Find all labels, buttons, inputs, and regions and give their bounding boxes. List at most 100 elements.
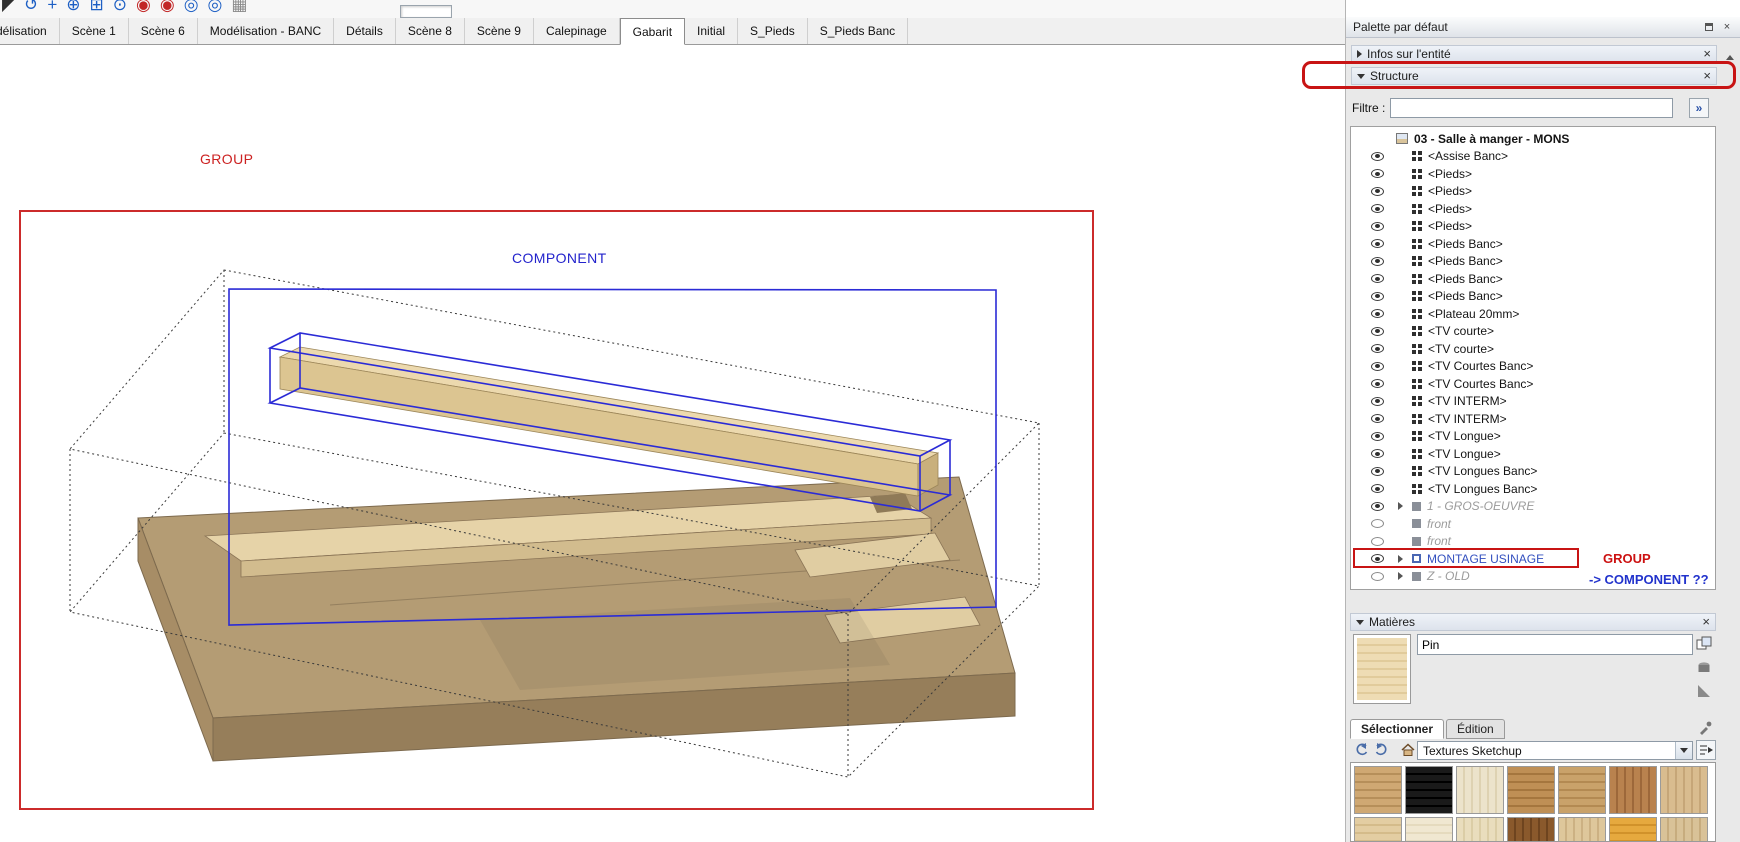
material-swatch-wood-light-3[interactable]: [1660, 817, 1708, 841]
visible-eye-icon[interactable]: [1371, 326, 1384, 336]
expand-arrow-icon[interactable]: [1396, 501, 1406, 511]
sample-paint-button[interactable]: [1696, 718, 1714, 736]
scene-tab[interactable]: Scène 8: [396, 18, 465, 44]
tree-row[interactable]: <Pieds Banc>: [1351, 235, 1715, 253]
scene-tab[interactable]: Détails: [334, 18, 396, 44]
visible-eye-icon[interactable]: [1371, 466, 1384, 476]
materials-tab[interactable]: Sélectionner: [1350, 719, 1445, 739]
tree-row[interactable]: 1 - GROS-OEUVRE: [1351, 498, 1715, 516]
material-swatch-wood-planks[interactable]: [1354, 766, 1402, 814]
tree-row[interactable]: <Pieds>: [1351, 165, 1715, 183]
material-swatch-wood-light-2[interactable]: [1558, 817, 1606, 841]
scene-tab[interactable]: Calepinage: [534, 18, 620, 44]
section-close-icon[interactable]: ×: [1703, 47, 1711, 60]
model-canvas[interactable]: GROUP COMPONENT: [0, 45, 1345, 842]
in-model-button[interactable]: [1399, 741, 1416, 758]
tree-row[interactable]: <Assise Banc>: [1351, 148, 1715, 166]
material-preview[interactable]: [1353, 634, 1411, 704]
material-swatch-black-glossy[interactable]: [1405, 766, 1453, 814]
filter-options-button[interactable]: »: [1689, 98, 1709, 118]
material-swatch-cream[interactable]: [1405, 817, 1453, 841]
visible-eye-icon[interactable]: [1371, 291, 1384, 301]
zoom-icon[interactable]: ⊕: [66, 0, 80, 13]
visible-eye-icon[interactable]: [1371, 186, 1384, 196]
tree-row[interactable]: <TV Longue>: [1351, 428, 1715, 446]
chevron-down-icon[interactable]: [1675, 742, 1692, 759]
expand-arrow-icon[interactable]: [1356, 619, 1364, 625]
section-close-icon[interactable]: ×: [1702, 615, 1710, 628]
section-header-entity-info[interactable]: Infos sur l'entité ×: [1351, 45, 1717, 63]
previous-view-icon[interactable]: ◉: [136, 0, 151, 13]
tray-close-icon[interactable]: ×: [1720, 20, 1734, 34]
material-swatch-wood-light-vertical[interactable]: [1660, 766, 1708, 814]
visible-eye-icon[interactable]: [1371, 344, 1384, 354]
visible-eye-icon[interactable]: [1371, 449, 1384, 459]
visible-eye-icon[interactable]: [1371, 554, 1384, 564]
material-swatch-wood-medium[interactable]: [1507, 766, 1555, 814]
scene-tab[interactable]: Gabarit: [619, 18, 686, 45]
material-swatch-wood-pale-2[interactable]: [1456, 817, 1504, 841]
visible-eye-icon[interactable]: [1371, 379, 1384, 389]
details-button[interactable]: [1696, 740, 1716, 760]
tree-row[interactable]: <Pieds>: [1351, 218, 1715, 236]
material-swatch-wood-red-planks[interactable]: [1609, 766, 1657, 814]
secondary-pane-button[interactable]: [1695, 634, 1713, 652]
tree-row[interactable]: front: [1351, 533, 1715, 551]
visible-eye-icon[interactable]: [1371, 484, 1384, 494]
scene-tab[interactable]: Scène 9: [465, 18, 534, 44]
tree-row[interactable]: <TV Longues Banc>: [1351, 480, 1715, 498]
next-view-icon[interactable]: ◉: [160, 0, 175, 13]
visible-eye-icon[interactable]: [1371, 501, 1384, 511]
tree-row[interactable]: <Pieds Banc>: [1351, 270, 1715, 288]
visible-eye-icon[interactable]: [1371, 414, 1384, 424]
tree-row[interactable]: <TV INTERM>: [1351, 393, 1715, 411]
visible-eye-icon[interactable]: [1371, 396, 1384, 406]
styles-icon[interactable]: ◎: [208, 0, 223, 13]
materials-collection-dropdown[interactable]: Textures Sketchup: [1417, 741, 1693, 760]
tray-options-icon[interactable]: [1702, 20, 1716, 34]
forward-button[interactable]: [1373, 741, 1390, 758]
visible-eye-icon[interactable]: [1371, 256, 1384, 266]
visible-eye-icon[interactable]: [1371, 274, 1384, 284]
structure-tree[interactable]: GROUP -> COMPONENT ?? 03 - Salle à mange…: [1350, 126, 1716, 590]
collapse-arrow-icon[interactable]: [1357, 50, 1362, 58]
tree-row[interactable]: <TV courte>: [1351, 340, 1715, 358]
visible-eye-icon[interactable]: [1371, 239, 1384, 249]
visible-eye-icon[interactable]: [1371, 431, 1384, 441]
tree-row[interactable]: front: [1351, 515, 1715, 533]
scene-tab[interactable]: Modélisation - BANC: [198, 18, 335, 44]
visible-eye-icon[interactable]: [1371, 221, 1384, 231]
tree-row[interactable]: <Pieds Banc>: [1351, 288, 1715, 306]
zoom-extents-icon[interactable]: ⊙: [113, 0, 127, 13]
scene-tab[interactable]: S_Pieds Banc: [808, 18, 909, 44]
scene-tab[interactable]: Initial: [685, 18, 739, 44]
section-close-icon[interactable]: ×: [1703, 69, 1711, 82]
tree-row[interactable]: <TV Longue>: [1351, 445, 1715, 463]
tray-scroll-up-button[interactable]: [1722, 50, 1737, 64]
select-icon[interactable]: ◤: [2, 0, 15, 13]
scene-tab[interactable]: S_Pieds: [738, 18, 808, 44]
tree-row[interactable]: <Pieds>: [1351, 183, 1715, 201]
expand-arrow-icon[interactable]: [1396, 554, 1406, 564]
material-swatch-wood-pale[interactable]: [1456, 766, 1504, 814]
tree-row[interactable]: <TV Courtes Banc>: [1351, 375, 1715, 393]
visible-eye-icon[interactable]: [1371, 204, 1384, 214]
material-swatch-wood-orange[interactable]: [1609, 817, 1657, 841]
visible-eye-icon[interactable]: [1371, 361, 1384, 371]
section-header-materials[interactable]: Matières ×: [1350, 613, 1716, 631]
hidden-eye-icon[interactable]: [1371, 571, 1384, 581]
axes-icon[interactable]: ▦: [231, 0, 247, 13]
tree-row[interactable]: <TV courte>: [1351, 323, 1715, 341]
tree-row[interactable]: MONTAGE USINAGE: [1351, 550, 1715, 568]
tree-row[interactable]: <TV Longues Banc>: [1351, 463, 1715, 481]
views-icon[interactable]: ◎: [184, 0, 199, 13]
tree-row[interactable]: <TV Courtes Banc>: [1351, 358, 1715, 376]
tree-row[interactable]: <TV INTERM>: [1351, 410, 1715, 428]
section-header-structure[interactable]: Structure ×: [1351, 67, 1717, 85]
tree-row[interactable]: <Pieds Banc>: [1351, 253, 1715, 271]
material-swatch-wood-grain[interactable]: [1558, 766, 1606, 814]
orbit-icon[interactable]: ↺: [24, 0, 38, 13]
expand-arrow-icon[interactable]: [1357, 73, 1365, 79]
create-material-button[interactable]: [1695, 658, 1713, 676]
expand-arrow-icon[interactable]: [1396, 571, 1406, 581]
